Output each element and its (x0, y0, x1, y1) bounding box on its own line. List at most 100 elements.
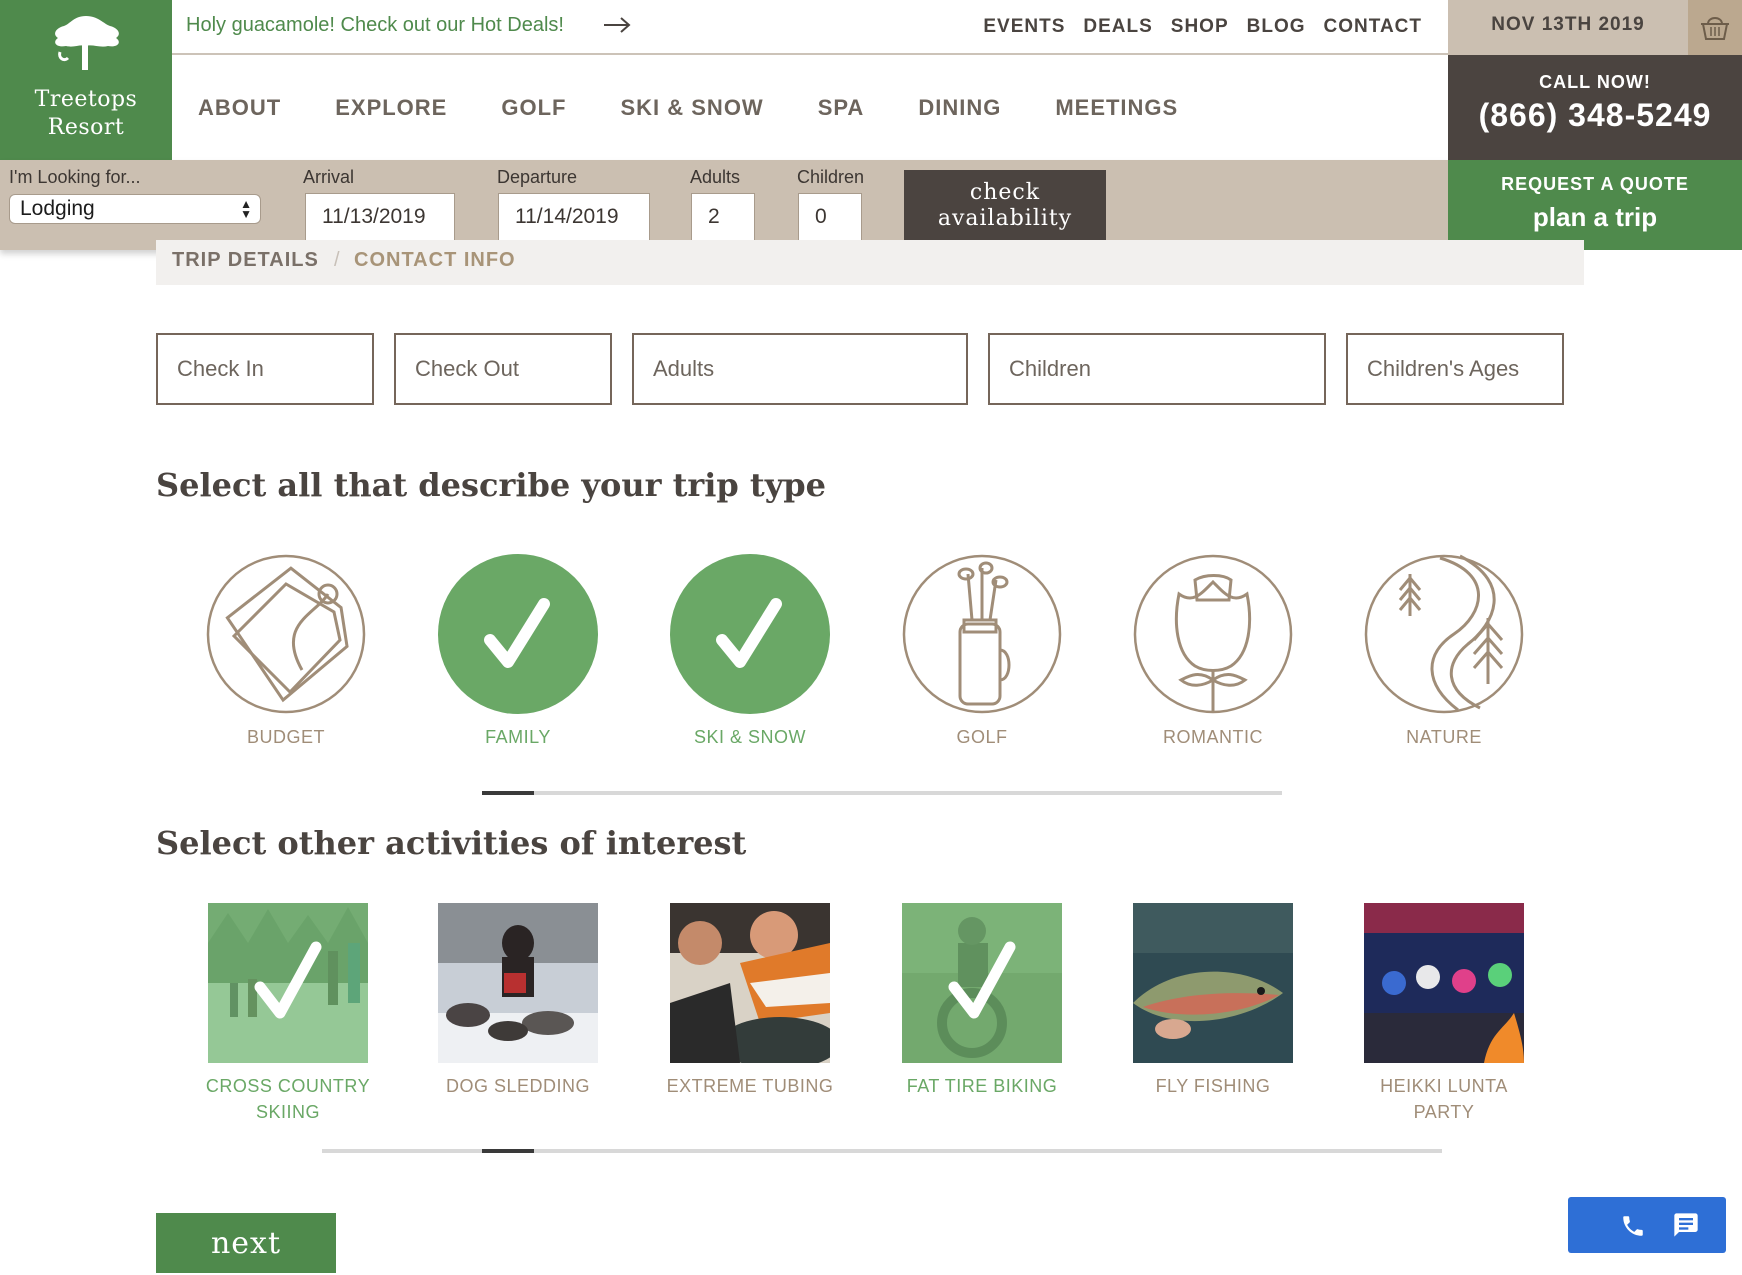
dog-sled-photo (438, 903, 598, 1063)
trip-type-budget-label: BUDGET (246, 727, 325, 747)
trip-type-ski-snow-label: SKI & SNOW (693, 727, 806, 747)
children-input[interactable]: 0 (798, 193, 862, 241)
availability-search-bar: I'm Looking for... Lodging ▲ ▼ Arrival 11… (0, 160, 1448, 250)
plan-trip-label: plan a trip (1532, 202, 1658, 232)
river-trees-icon (1364, 554, 1524, 714)
children-label: Children (797, 167, 865, 187)
top-nav-deals[interactable]: DEALS (1083, 16, 1152, 38)
trip-type-heading: Select all that describe your trip type (156, 466, 827, 504)
call-now-box[interactable]: CALL NOW! (866) 348-5249 (1448, 55, 1742, 160)
activity-cross-country-line1: CROSS COUNTRY (205, 1076, 371, 1096)
nav-ski-snow[interactable]: SKI & SNOW (620, 95, 763, 121)
activity-cross-country-skiing[interactable] (208, 903, 368, 1063)
trip-type-budget[interactable] (206, 554, 366, 724)
brand-name-line2: Resort (47, 115, 125, 140)
departure-label: Departure (497, 167, 578, 187)
top-nav: EVENTS DEALS SHOP BLOG CONTACT (983, 16, 1422, 38)
checkmark-icon (670, 554, 830, 714)
phone-icon[interactable] (1620, 1213, 1646, 1239)
cart-button[interactable] (1688, 0, 1742, 55)
trout-photo (1133, 903, 1293, 1063)
hot-deals-link[interactable]: Holy guacamole! Check out our Hot Deals! (186, 14, 564, 37)
trip-type-scrollbar[interactable] (482, 791, 1282, 795)
arrival-date-input[interactable]: 11/13/2019 (305, 193, 455, 241)
bonfire-party-photo (1364, 903, 1524, 1063)
check-availability-button[interactable]: check availability (904, 170, 1106, 244)
activity-heikki-lunta-line2: PARTY (1413, 1102, 1475, 1122)
nav-about[interactable]: ABOUT (198, 95, 281, 121)
basket-icon (1701, 17, 1729, 40)
looking-for-value: Lodging (20, 197, 95, 220)
arrow-right-icon[interactable] (602, 15, 632, 35)
adults-label: Adults (690, 167, 741, 187)
activities-scrollbar[interactable] (322, 1149, 1442, 1153)
trip-type-scroll-thumb[interactable] (482, 791, 534, 795)
children-ages-input[interactable]: Children's Ages (1346, 333, 1564, 405)
request-quote-button[interactable]: REQUEST A QUOTE plan a trip (1448, 160, 1742, 250)
trip-type-nature[interactable] (1364, 554, 1524, 724)
activities-heading: Select other activities of interest (156, 824, 747, 862)
breadcrumb-trip-details[interactable]: TRIP DETAILS (172, 249, 319, 272)
activities-scroll-thumb[interactable] (482, 1149, 534, 1153)
select-arrows-icon: ▲ ▼ (240, 197, 252, 221)
activity-fly-fishing[interactable] (1133, 903, 1293, 1063)
departure-date-input[interactable]: 11/14/2019 (498, 193, 650, 241)
activity-fat-tire-biking-label: FAT TIRE BIKING (906, 1076, 1058, 1096)
rose-icon (1133, 554, 1293, 714)
contact-widget[interactable] (1568, 1197, 1726, 1253)
chat-icon[interactable] (1672, 1211, 1700, 1239)
nav-golf[interactable]: GOLF (501, 95, 566, 121)
trip-type-ski-snow[interactable] (670, 554, 830, 724)
looking-for-label: I'm Looking for... (9, 167, 141, 187)
nav-dining[interactable]: DINING (918, 95, 1001, 121)
top-nav-shop[interactable]: SHOP (1171, 16, 1229, 38)
main-nav: ABOUT EXPLORE GOLF SKI & SNOW SPA DINING… (172, 55, 1448, 160)
activity-extreme-tubing[interactable] (670, 903, 830, 1063)
nav-meetings[interactable]: MEETINGS (1055, 95, 1178, 121)
brand-name-line1: Treetops (34, 87, 138, 112)
resort-logo[interactable]: Treetops Resort (0, 0, 172, 160)
activity-heikki-lunta-line1: HEIKKI LUNTA (1380, 1076, 1508, 1096)
request-quote-label: REQUEST A QUOTE (1501, 174, 1689, 194)
nav-explore[interactable]: EXPLORE (335, 95, 447, 121)
tree-logo-icon (55, 16, 119, 70)
children-count-input[interactable]: Children (988, 333, 1326, 405)
trip-type-romantic-label: ROMANTIC (1163, 727, 1263, 747)
top-nav-contact[interactable]: CONTACT (1324, 16, 1422, 38)
top-nav-blog[interactable]: BLOG (1247, 16, 1306, 38)
breadcrumb-contact-info[interactable]: CONTACT INFO (354, 249, 516, 272)
check-in-input[interactable]: Check In (156, 333, 374, 405)
adults-input[interactable]: 2 (691, 193, 755, 241)
trip-type-romantic[interactable] (1133, 554, 1293, 724)
promo-bar: Holy guacamole! Check out our Hot Deals!… (172, 0, 1448, 55)
arrival-label: Arrival (303, 167, 355, 187)
trip-type-golf[interactable] (902, 554, 1062, 724)
nav-spa[interactable]: SPA (818, 95, 865, 121)
top-nav-events[interactable]: EVENTS (983, 16, 1065, 38)
trip-type-family[interactable] (438, 554, 598, 724)
activity-extreme-tubing-label: EXTREME TUBING (666, 1076, 834, 1096)
call-now-label: CALL NOW! (1539, 72, 1651, 92)
activity-dog-sledding-label: DOG SLEDDING (445, 1076, 591, 1096)
activity-dog-sledding[interactable] (438, 903, 598, 1063)
looking-for-select[interactable]: Lodging ▲ ▼ (9, 194, 261, 224)
current-date: NOV 13TH 2019 (1448, 0, 1688, 55)
activity-fly-fishing-label: FLY FISHING (1155, 1076, 1271, 1096)
next-button[interactable]: next (156, 1213, 336, 1273)
trip-type-golf-label: GOLF (956, 727, 1008, 747)
check-out-input[interactable]: Check Out (394, 333, 612, 405)
activity-fat-tire-biking[interactable] (902, 903, 1062, 1063)
adults-count-input[interactable]: Adults (632, 333, 968, 405)
trip-type-family-label: FAMILY (485, 727, 551, 747)
breadcrumb: TRIP DETAILS / CONTACT INFO (156, 240, 1584, 285)
check-availability-line1: check (969, 180, 1041, 205)
phone-number[interactable]: (866) 348-5249 (1448, 97, 1742, 134)
checkmark-icon (948, 941, 1016, 1019)
trip-type-nature-label: NATURE (1406, 727, 1482, 747)
activity-cross-country-skiing-label: CROSS COUNTRY SKIING (188, 1073, 388, 1125)
activity-heikki-lunta-label: HEIKKI LUNTA PARTY (1344, 1073, 1544, 1125)
price-tag-icon (206, 554, 366, 714)
breadcrumb-separator: / (334, 249, 340, 271)
checkmark-icon (254, 941, 322, 1019)
activity-heikki-lunta-party[interactable] (1364, 903, 1524, 1063)
